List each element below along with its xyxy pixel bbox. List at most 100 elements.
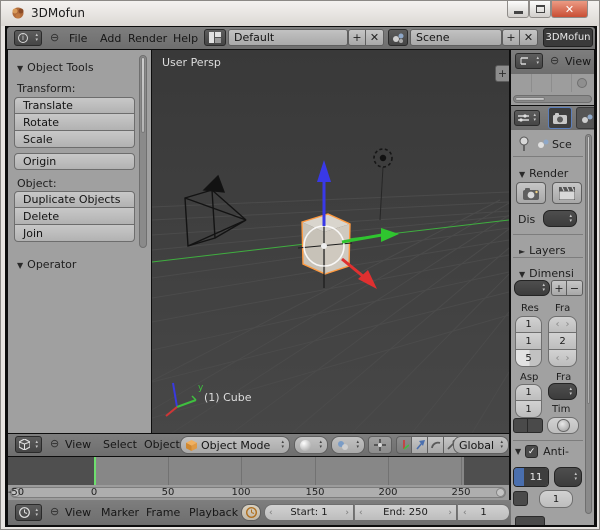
collapse-menus-icon[interactable]: ⊖ bbox=[50, 505, 59, 518]
layers-panel-header[interactable]: ►Layers bbox=[519, 239, 566, 258]
timeline-scale[interactable]: -50 0 50 100 150 200 250 bbox=[8, 485, 509, 500]
fps-dropdown[interactable]: ▴▾ bbox=[548, 383, 577, 400]
frame-dial[interactable] bbox=[547, 417, 579, 434]
scrollbar-right-handle[interactable] bbox=[496, 488, 505, 497]
layout-add-button[interactable]: + bbox=[348, 29, 366, 46]
editor-type-button-3dview[interactable]: ▴▾ bbox=[15, 436, 42, 453]
viewport-3d[interactable]: User Persp y (1) Cube + bbox=[152, 50, 509, 433]
pivot-dropdown[interactable]: ▴▾ bbox=[331, 436, 365, 454]
full-sample-checkbox[interactable] bbox=[513, 491, 528, 506]
join-button[interactable]: Join bbox=[14, 225, 135, 242]
menu-file[interactable]: File bbox=[69, 32, 87, 45]
dimensions-panel-header[interactable]: ▼Dimensi bbox=[519, 262, 574, 281]
lamp-object[interactable] bbox=[374, 149, 392, 220]
time-remap-old-field[interactable] bbox=[513, 418, 528, 433]
editor-type-button-timeline[interactable]: ▴▾ bbox=[15, 504, 42, 521]
aspect-x-field[interactable]: 1 bbox=[515, 384, 542, 401]
aa-samples-value[interactable]: 11 bbox=[524, 468, 548, 486]
clipped-button[interactable] bbox=[515, 516, 545, 525]
menu-select[interactable]: Select bbox=[103, 438, 137, 451]
menu-view[interactable]: View bbox=[565, 55, 591, 68]
tab-scene[interactable] bbox=[576, 107, 594, 129]
aa-samples-buttons[interactable]: 11 bbox=[513, 467, 549, 487]
menu-marker[interactable]: Marker bbox=[101, 506, 139, 519]
screen-layout-field[interactable]: Default bbox=[228, 29, 348, 46]
menu-help[interactable]: Help bbox=[173, 32, 198, 45]
end-frame-field[interactable]: ‹ End: 250 › bbox=[355, 504, 457, 521]
manipulator-toggle-button[interactable] bbox=[396, 436, 412, 454]
delete-button[interactable]: Delete bbox=[14, 208, 135, 225]
rotate-button[interactable]: Rotate bbox=[14, 114, 135, 131]
duplicate-objects-button[interactable]: Duplicate Objects bbox=[14, 191, 135, 208]
resolution-percent-slider[interactable]: 5 bbox=[515, 350, 542, 367]
object-tools-panel-header[interactable]: ▼Object Tools bbox=[17, 56, 94, 75]
aa-samples-selected-segment[interactable] bbox=[514, 468, 524, 486]
minimize-button[interactable] bbox=[507, 1, 529, 18]
outliner-restriction-icon[interactable] bbox=[577, 78, 587, 88]
properties-scrollbar[interactable] bbox=[585, 134, 592, 514]
properties-scrollbar-thumb[interactable] bbox=[587, 136, 590, 404]
preset-add-button[interactable]: + bbox=[551, 280, 567, 296]
screen-layout-icon[interactable] bbox=[204, 29, 226, 46]
outliner-content[interactable] bbox=[511, 74, 594, 105]
origin-button[interactable]: Origin bbox=[14, 153, 135, 170]
antialiasing-checkbox[interactable]: ✓ bbox=[525, 445, 538, 458]
editor-type-button-outliner[interactable]: ▴▾ bbox=[515, 53, 543, 69]
playback-range-lock-toggle[interactable] bbox=[241, 504, 261, 521]
render-image-button[interactable] bbox=[516, 182, 546, 204]
render-preset-dropdown[interactable]: ▴▾ bbox=[514, 280, 550, 296]
resolution-y-field[interactable]: 1 bbox=[515, 333, 542, 350]
region-expand-button[interactable]: + bbox=[495, 65, 509, 82]
maximize-button[interactable] bbox=[529, 1, 551, 18]
menu-render[interactable]: Render bbox=[128, 32, 167, 45]
menu-playback[interactable]: Playback bbox=[189, 506, 238, 519]
camera-object[interactable] bbox=[185, 176, 246, 246]
current-frame-field[interactable]: ‹ 1 › bbox=[458, 504, 510, 521]
menu-add[interactable]: Add bbox=[100, 32, 121, 45]
scene-add-button[interactable]: + bbox=[502, 29, 520, 46]
collapse-menus-icon[interactable]: ⊖ bbox=[550, 54, 559, 67]
scene-field[interactable]: Scene bbox=[410, 29, 502, 46]
frame-start-field[interactable]: ‹› bbox=[548, 316, 577, 333]
preset-remove-button[interactable]: − bbox=[567, 280, 583, 296]
window-titlebar[interactable]: 3DMofun ✕ bbox=[1, 1, 600, 26]
scene-browse-icon[interactable] bbox=[388, 29, 408, 46]
display-dropdown[interactable]: ▴▾ bbox=[543, 210, 577, 227]
close-button[interactable]: ✕ bbox=[551, 1, 588, 18]
timeline-track[interactable] bbox=[8, 457, 509, 485]
menu-object[interactable]: Object bbox=[144, 438, 180, 451]
time-remap-new-field[interactable] bbox=[528, 418, 543, 433]
render-panel-header[interactable]: ▼Render bbox=[519, 162, 568, 181]
frame-end-field[interactable]: 2 bbox=[548, 333, 577, 350]
operator-panel-header[interactable]: ▼Operator bbox=[17, 253, 76, 272]
translate-button[interactable]: Translate bbox=[14, 97, 135, 114]
menu-view[interactable]: View bbox=[65, 438, 91, 451]
toolshelf-scrollbar[interactable] bbox=[139, 55, 147, 248]
editor-type-button-info[interactable]: i ▴▾ bbox=[14, 30, 42, 46]
aa-size-field[interactable]: 1 bbox=[539, 490, 573, 508]
tab-render[interactable] bbox=[548, 107, 572, 129]
aspect-y-field[interactable]: 1 bbox=[515, 401, 542, 418]
timeline-scrollbar[interactable] bbox=[10, 487, 506, 498]
decrement-icon[interactable]: ‹ bbox=[463, 508, 467, 518]
translate-manipulator-button[interactable] bbox=[412, 436, 428, 454]
menu-frame[interactable]: Frame bbox=[146, 506, 180, 519]
pivot-align-toggle[interactable] bbox=[368, 436, 392, 454]
antialiasing-panel-header[interactable]: ▼ ✓ Anti- bbox=[515, 445, 569, 458]
current-frame-cursor[interactable] bbox=[94, 457, 96, 485]
pin-icon[interactable] bbox=[517, 136, 531, 151]
mode-dropdown[interactable]: Object Mode ▴▾ bbox=[180, 436, 290, 454]
decrement-icon[interactable]: ‹ bbox=[359, 508, 363, 518]
collapse-menus-icon[interactable]: ⊖ bbox=[50, 437, 59, 450]
decrement-icon[interactable]: ‹ bbox=[269, 508, 273, 518]
resolution-x-field[interactable]: 1 bbox=[515, 316, 542, 333]
editor-type-button-properties[interactable]: ▴▾ bbox=[514, 110, 540, 126]
orientation-dropdown[interactable]: Global ▴▾ bbox=[453, 436, 509, 454]
menu-view[interactable]: View bbox=[65, 506, 91, 519]
toolshelf-scrollbar-thumb[interactable] bbox=[141, 57, 145, 133]
rotate-manipulator-button[interactable] bbox=[428, 436, 444, 454]
manipulator-y-arrow[interactable] bbox=[381, 228, 399, 242]
render-animation-button[interactable] bbox=[552, 182, 582, 204]
collapse-menus-icon[interactable]: ⊖ bbox=[50, 31, 59, 44]
scene-delete-button[interactable]: ✕ bbox=[520, 29, 538, 46]
